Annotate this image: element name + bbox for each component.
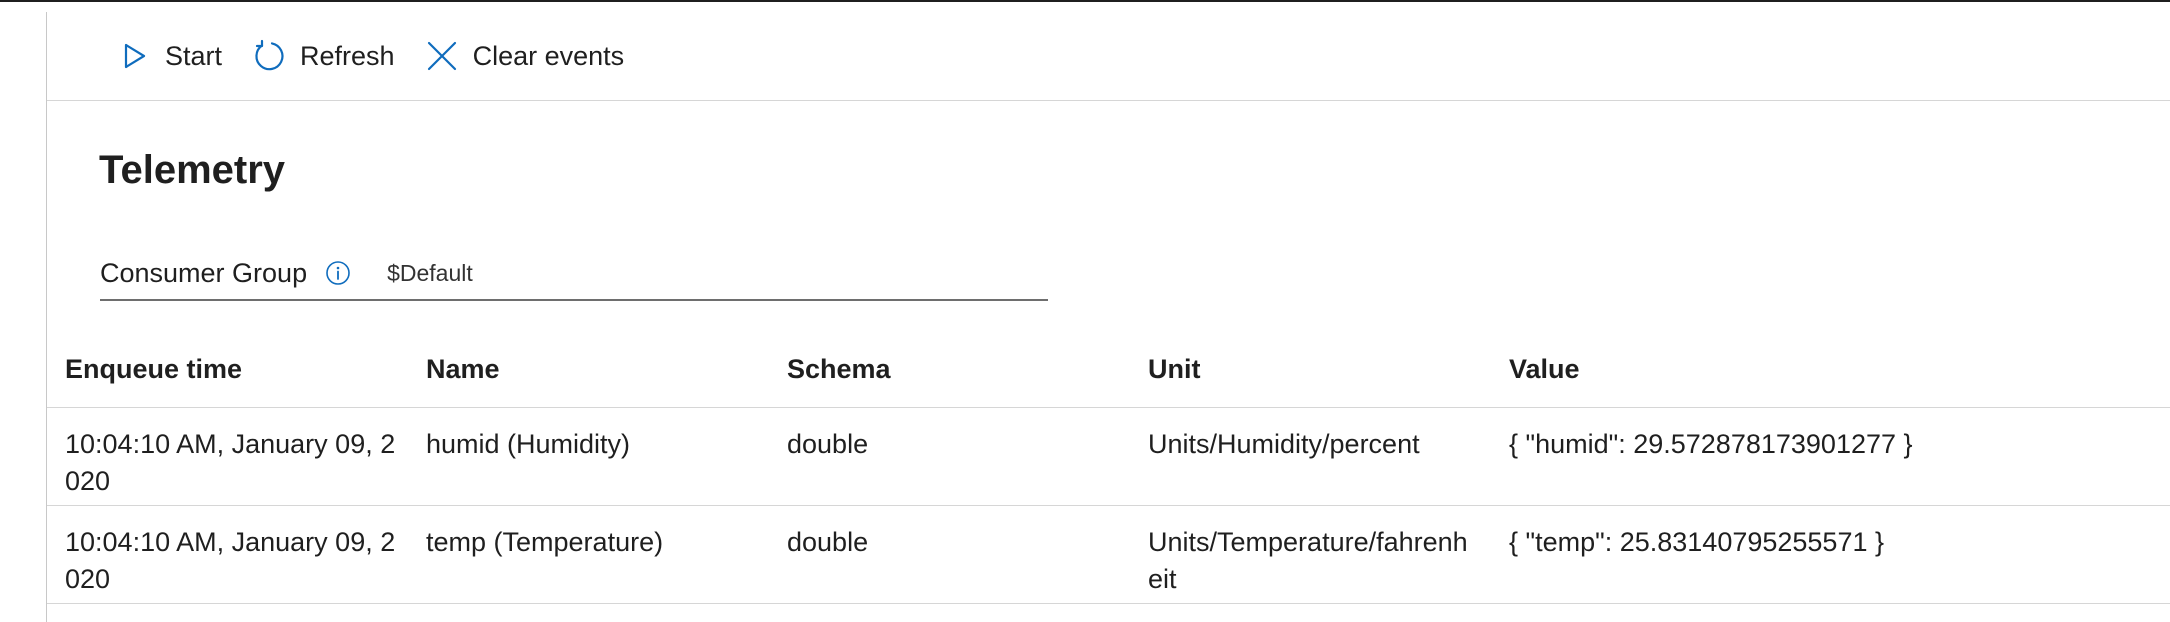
table-row[interactable]: 10:04:10 AM, January 09, 2020 humid (Hum…	[47, 408, 2170, 506]
page-title: Telemetry	[99, 148, 286, 192]
refresh-button-label: Refresh	[300, 40, 395, 71]
cell-enqueue-time: 10:04:10 AM, January 09, 2020	[65, 527, 396, 594]
start-button[interactable]: Start	[117, 26, 230, 86]
cell-name: temp (Temperature)	[426, 527, 664, 557]
cell-schema: double	[787, 527, 869, 557]
column-header-value[interactable]: Value	[1491, 351, 2170, 388]
start-button-label: Start	[165, 40, 223, 71]
consumer-group-field: Consumer Group	[100, 247, 1048, 301]
app-frame: Start Refresh Clear events Telemetry Con…	[0, 0, 2170, 622]
info-icon[interactable]	[325, 260, 351, 286]
cell-value: { "temp": 25.83140795255571 }	[1509, 527, 1884, 557]
cell-value: { "humid": 29.572878173901277 }	[1509, 429, 1913, 459]
cell-schema: double	[787, 429, 869, 459]
refresh-button[interactable]: Refresh	[252, 26, 403, 86]
command-bar: Start Refresh Clear events	[47, 12, 2170, 101]
column-header-name[interactable]: Name	[408, 351, 769, 388]
table-header-row: Enqueue time Name Schema Unit Value	[47, 332, 2170, 408]
cell-unit: Units/Humidity/percent	[1148, 429, 1420, 459]
cell-name: humid (Humidity)	[426, 429, 631, 459]
telemetry-table: Enqueue time Name Schema Unit Value 10:0…	[47, 332, 2170, 604]
clear-events-button[interactable]: Clear events	[425, 26, 633, 86]
cell-unit: Units/Temperature/fahrenheit	[1148, 527, 1468, 594]
play-outline-icon	[117, 39, 151, 73]
clear-events-button-label: Clear events	[472, 40, 625, 71]
table-row[interactable]: 10:04:10 AM, January 09, 2020 temp (Temp…	[47, 506, 2170, 604]
consumer-group-label: Consumer Group	[100, 257, 308, 288]
column-header-unit[interactable]: Unit	[1130, 351, 1491, 388]
refresh-icon	[252, 39, 286, 73]
consumer-group-input[interactable]	[387, 259, 988, 287]
cell-enqueue-time: 10:04:10 AM, January 09, 2020	[65, 429, 396, 496]
column-header-schema[interactable]: Schema	[769, 351, 1130, 388]
close-icon	[425, 39, 459, 73]
column-header-enqueue-time[interactable]: Enqueue time	[47, 351, 408, 388]
